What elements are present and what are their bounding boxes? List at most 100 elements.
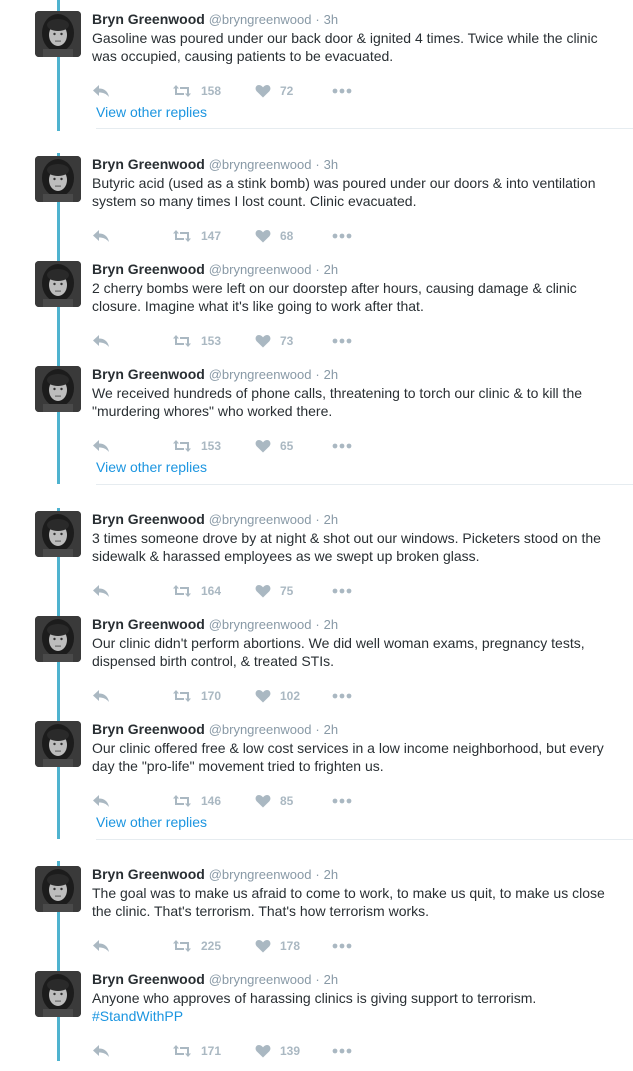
tweet-actions: 153 65 xyxy=(92,435,392,457)
timestamp[interactable]: 2h xyxy=(324,512,338,527)
reply-button[interactable] xyxy=(92,225,110,247)
like-button[interactable]: 178 xyxy=(255,935,300,957)
author-handle[interactable]: @bryngreenwood xyxy=(209,12,312,27)
retweet-button[interactable]: 164 xyxy=(172,580,221,602)
tweet-actions: 170 102 xyxy=(92,685,392,707)
retweet-button[interactable]: 153 xyxy=(172,435,221,457)
retweet-button[interactable]: 170 xyxy=(172,685,221,707)
retweet-button[interactable]: 158 xyxy=(172,80,221,102)
author-name[interactable]: Bryn Greenwood xyxy=(92,721,205,737)
more-button[interactable] xyxy=(332,435,352,457)
more-button[interactable] xyxy=(332,80,352,102)
more-icon xyxy=(332,693,352,699)
like-button[interactable]: 85 xyxy=(255,790,293,812)
like-button[interactable]: 75 xyxy=(255,580,293,602)
reply-button[interactable] xyxy=(92,1040,110,1062)
reply-button[interactable] xyxy=(92,80,110,102)
tweet-actions: 158 72 xyxy=(92,80,392,102)
retweet-button[interactable]: 171 xyxy=(172,1040,221,1062)
tweet[interactable]: Bryn Greenwood @bryngreenwood · 2h 2 che… xyxy=(0,261,633,361)
reply-button[interactable] xyxy=(92,435,110,457)
avatar[interactable] xyxy=(35,156,81,202)
avatar[interactable] xyxy=(35,616,81,662)
timestamp[interactable]: 2h xyxy=(324,262,338,277)
hashtag-link[interactable]: #StandWithPP xyxy=(92,1008,183,1024)
like-button[interactable]: 68 xyxy=(255,225,293,247)
like-button[interactable]: 73 xyxy=(255,330,293,352)
author-name[interactable]: Bryn Greenwood xyxy=(92,616,205,632)
avatar[interactable] xyxy=(35,511,81,557)
more-button[interactable] xyxy=(332,225,352,247)
like-count: 72 xyxy=(280,84,294,98)
avatar[interactable] xyxy=(35,866,81,912)
avatar[interactable] xyxy=(35,971,81,1017)
more-button[interactable] xyxy=(332,935,352,957)
tweet[interactable]: Bryn Greenwood @bryngreenwood · 2h Our c… xyxy=(0,721,633,821)
reply-button[interactable] xyxy=(92,935,110,957)
view-other-replies-link[interactable]: View other replies xyxy=(96,459,207,475)
tweet[interactable]: Bryn Greenwood @bryngreenwood · 3h Butyr… xyxy=(0,156,633,256)
author-handle[interactable]: @bryngreenwood xyxy=(209,367,312,382)
author-handle[interactable]: @bryngreenwood xyxy=(209,617,312,632)
view-other-replies-link[interactable]: View other replies xyxy=(96,104,207,120)
more-button[interactable] xyxy=(332,580,352,602)
reply-button[interactable] xyxy=(92,685,110,707)
tweet-header: Bryn Greenwood @bryngreenwood · 2h xyxy=(92,260,338,279)
reply-button[interactable] xyxy=(92,580,110,602)
author-handle[interactable]: @bryngreenwood xyxy=(209,867,312,882)
timestamp[interactable]: 2h xyxy=(324,972,338,987)
reply-button[interactable] xyxy=(92,330,110,352)
heart-icon xyxy=(255,85,271,98)
author-name[interactable]: Bryn Greenwood xyxy=(92,261,205,277)
timestamp[interactable]: 2h xyxy=(324,722,338,737)
timestamp[interactable]: 2h xyxy=(324,867,338,882)
author-name[interactable]: Bryn Greenwood xyxy=(92,866,205,882)
retweet-button[interactable]: 147 xyxy=(172,225,221,247)
tweet[interactable]: Bryn Greenwood @bryngreenwood · 2h The g… xyxy=(0,866,633,966)
view-other-replies-link[interactable]: View other replies xyxy=(96,814,207,830)
timestamp[interactable]: 2h xyxy=(324,367,338,382)
author-name[interactable]: Bryn Greenwood xyxy=(92,511,205,527)
avatar[interactable] xyxy=(35,261,81,307)
separator: · xyxy=(315,722,320,737)
author-name[interactable]: Bryn Greenwood xyxy=(92,971,205,987)
like-button[interactable]: 139 xyxy=(255,1040,300,1062)
more-icon xyxy=(332,88,352,94)
author-handle[interactable]: @bryngreenwood xyxy=(209,972,312,987)
more-button[interactable] xyxy=(332,330,352,352)
timestamp[interactable]: 3h xyxy=(324,157,338,172)
more-icon xyxy=(332,443,352,449)
author-handle[interactable]: @bryngreenwood xyxy=(209,722,312,737)
section-divider xyxy=(96,128,633,129)
author-name[interactable]: Bryn Greenwood xyxy=(92,156,205,172)
like-button[interactable]: 102 xyxy=(255,685,300,707)
tweet[interactable]: Bryn Greenwood @bryngreenwood · 3h Gasol… xyxy=(0,11,633,111)
timestamp[interactable]: 2h xyxy=(324,617,338,632)
more-button[interactable] xyxy=(332,790,352,812)
reply-icon xyxy=(93,940,109,952)
avatar[interactable] xyxy=(35,721,81,767)
more-button[interactable] xyxy=(332,685,352,707)
tweet[interactable]: Bryn Greenwood @bryngreenwood · 2h Our c… xyxy=(0,616,633,716)
tweet[interactable]: Bryn Greenwood @bryngreenwood · 2h We re… xyxy=(0,366,633,466)
retweet-button[interactable]: 225 xyxy=(172,935,221,957)
author-handle[interactable]: @bryngreenwood xyxy=(209,512,312,527)
tweet[interactable]: Bryn Greenwood @bryngreenwood · 2h 3 tim… xyxy=(0,511,633,611)
author-name[interactable]: Bryn Greenwood xyxy=(92,11,205,27)
separator: · xyxy=(315,617,320,632)
retweet-button[interactable]: 146 xyxy=(172,790,221,812)
like-button[interactable]: 72 xyxy=(255,80,293,102)
more-button[interactable] xyxy=(332,1040,352,1062)
author-name[interactable]: Bryn Greenwood xyxy=(92,366,205,382)
reply-button[interactable] xyxy=(92,790,110,812)
avatar[interactable] xyxy=(35,11,81,57)
avatar[interactable] xyxy=(35,366,81,412)
retweet-button[interactable]: 153 xyxy=(172,330,221,352)
timestamp[interactable]: 3h xyxy=(324,12,338,27)
tweet[interactable]: Bryn Greenwood @bryngreenwood · 2h Anyon… xyxy=(0,971,633,1071)
retweet-icon xyxy=(173,795,191,807)
like-button[interactable]: 65 xyxy=(255,435,293,457)
tweet-header: Bryn Greenwood @bryngreenwood · 3h xyxy=(92,155,338,174)
author-handle[interactable]: @bryngreenwood xyxy=(209,157,312,172)
author-handle[interactable]: @bryngreenwood xyxy=(209,262,312,277)
